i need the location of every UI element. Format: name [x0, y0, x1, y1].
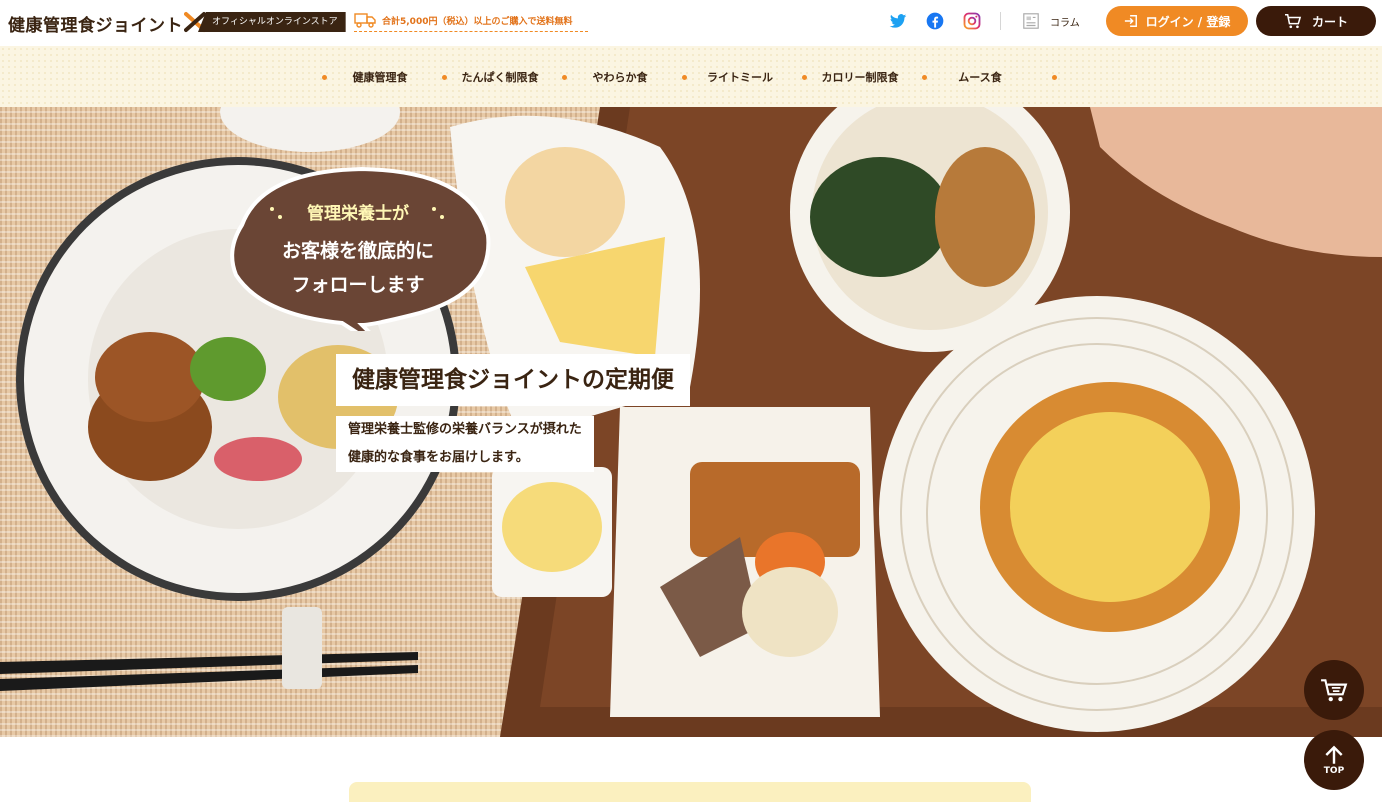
- nav-item-health-meal[interactable]: 健康管理食: [320, 69, 440, 85]
- nav-item-mousse-meal[interactable]: ムース食: [920, 69, 1040, 85]
- nav-item-protein-restricted[interactable]: たんぱく制限食: [440, 69, 560, 85]
- column-label: コラム: [1050, 17, 1080, 29]
- nav-dot: [1052, 75, 1057, 80]
- scroll-top-button[interactable]: TOP: [1304, 730, 1364, 790]
- login-icon: [1124, 15, 1137, 27]
- bubble-line1: 管理栄養士が: [307, 204, 409, 224]
- campaign-panel: [349, 782, 1031, 802]
- facebook-icon: [926, 12, 944, 30]
- header-divider: [1000, 12, 1001, 30]
- category-list: 健康管理食 たんぱく制限食 やわらか食 ライトミール カロリー制限食 ムース食: [320, 46, 1040, 107]
- column-link[interactable]: コラム: [1022, 10, 1080, 32]
- hero-subtitle-line2: 健康的な食事をお届けします。: [336, 444, 541, 472]
- instagram-icon: [963, 12, 981, 30]
- login-button[interactable]: ログイン / 登録: [1106, 6, 1248, 36]
- truck-icon: [354, 13, 376, 28]
- nav-item-soft-meal[interactable]: やわらか食: [560, 69, 680, 85]
- category-nav: 健康管理食 たんぱく制限食 やわらか食 ライトミール カロリー制限食 ムース食: [0, 46, 1382, 107]
- hero-banner[interactable]: 管理栄養士が お客様を徹底的に フォローします 健康管理食ジョイントの定期便 管…: [0, 107, 1382, 737]
- instagram-link[interactable]: [962, 11, 982, 31]
- cart-button[interactable]: カート: [1256, 6, 1376, 36]
- hero-title: 健康管理食ジョイントの定期便: [336, 354, 690, 406]
- floating-cart-button[interactable]: [1304, 660, 1364, 720]
- hero-subtitle: 管理栄養士監修の栄養バランスが摂れた 健康的な食事をお届けします。: [336, 416, 594, 472]
- shipping-text: 合計5,000円（税込）以上のご購入で送料無料: [382, 17, 573, 27]
- bubble-line2: お客様を徹底的に: [281, 240, 434, 262]
- arrow-up-icon: [1325, 745, 1343, 764]
- hero-subtitle-line1: 管理栄養士監修の栄養バランスが摂れた: [336, 416, 594, 444]
- twitter-link[interactable]: [888, 11, 908, 31]
- official-store-badge: オフィシャルオンラインストア: [198, 12, 346, 32]
- twitter-icon: [889, 14, 907, 28]
- nav-item-calorie-restricted[interactable]: カロリー制限食: [800, 69, 920, 85]
- scroll-top-label: TOP: [1323, 766, 1345, 776]
- free-shipping-banner[interactable]: 合計5,000円（税込）以上のご購入で送料無料: [354, 11, 588, 32]
- login-label: ログイン / 登録: [1145, 14, 1231, 29]
- bubble-text: 管理栄養士が お客様を徹底的に フォローします: [222, 199, 494, 302]
- column-icon: [1023, 13, 1039, 29]
- site-logo[interactable]: 健康管理食ジョイント: [8, 11, 183, 36]
- cart-icon: [1284, 14, 1302, 29]
- cart-icon: [1321, 679, 1348, 702]
- site-header: 健康管理食ジョイント オフィシャルオンラインストア 合計5,000円（税込）以上…: [0, 0, 1382, 46]
- facebook-link[interactable]: [925, 11, 945, 31]
- hero-food-photo: [0, 107, 1382, 737]
- nav-item-light-meal[interactable]: ライトミール: [680, 69, 800, 85]
- bubble-line3: フォローします: [291, 274, 425, 296]
- cart-label: カート: [1311, 14, 1348, 29]
